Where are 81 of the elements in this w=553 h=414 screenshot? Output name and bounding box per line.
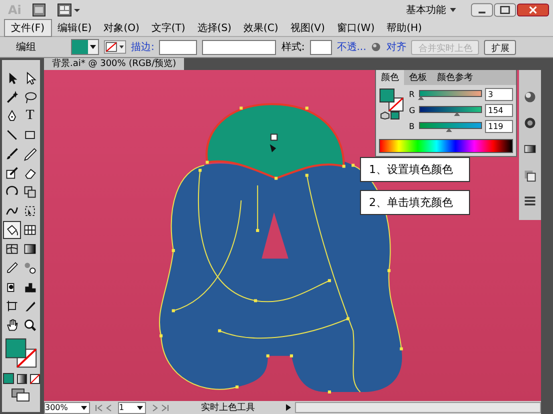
- color-guide-icon[interactable]: [523, 90, 537, 104]
- gradient-mode-button[interactable]: [16, 374, 26, 384]
- live-paint-cursor-icon: [270, 134, 278, 152]
- pencil-tool-icon[interactable]: [22, 146, 38, 162]
- color-mode-button[interactable]: [2, 373, 14, 384]
- opacity-link[interactable]: 不透...: [336, 40, 366, 54]
- current-tool-status[interactable]: 实时上色工具: [174, 401, 282, 414]
- panel-tab[interactable]: 色板: [404, 70, 432, 85]
- brush-tool-icon[interactable]: [4, 146, 20, 162]
- fill-stroke-swatches[interactable]: [379, 88, 405, 120]
- eyedropper-tool-icon[interactable]: [4, 260, 20, 276]
- channel-value-field[interactable]: 154: [485, 104, 513, 117]
- artboard-tool-icon[interactable]: [4, 298, 20, 314]
- selection-label: 编组: [16, 40, 37, 54]
- gradient-tool-icon[interactable]: [22, 241, 38, 257]
- appearance-icon[interactable]: [523, 116, 537, 130]
- workspace-switcher[interactable]: 基本功能: [402, 2, 461, 18]
- menu-item[interactable]: 效果(C): [237, 20, 284, 36]
- transform-tool-icon[interactable]: [22, 203, 38, 219]
- mesh-tool-icon[interactable]: [4, 241, 20, 257]
- lasso-tool-icon[interactable]: [22, 89, 38, 105]
- transparency-icon[interactable]: [523, 168, 537, 182]
- instruction-note: 1、设置填色颜色: [360, 157, 470, 182]
- graph-tool-icon[interactable]: [22, 222, 38, 238]
- channel-value-field[interactable]: 3: [485, 88, 513, 101]
- channel-label: B: [409, 122, 416, 131]
- menu-item[interactable]: 对象(O): [98, 20, 146, 36]
- menu-item[interactable]: 帮助(H): [380, 20, 428, 36]
- variable-width-dropdown[interactable]: [202, 40, 276, 54]
- arrange-documents-icon[interactable]: [57, 2, 82, 18]
- caret-icon: [449, 6, 457, 14]
- style-label: 样式:: [281, 40, 305, 54]
- menu-item[interactable]: 视图(V): [284, 20, 331, 36]
- blend-tool-icon[interactable]: [22, 260, 38, 276]
- caret-icon: [79, 404, 89, 412]
- menu-item[interactable]: 窗口(W): [330, 20, 381, 36]
- minimize-button[interactable]: [471, 3, 493, 17]
- menu-item[interactable]: 选择(S): [191, 20, 238, 36]
- hand-tool-icon[interactable]: [4, 317, 20, 333]
- scale-tool-icon[interactable]: [22, 184, 38, 200]
- menu-item[interactable]: 文字(T): [145, 20, 192, 36]
- stroke-icon[interactable]: [523, 194, 537, 208]
- align-link[interactable]: 对齐: [386, 40, 406, 54]
- blob-tool-icon[interactable]: [4, 165, 20, 181]
- color-spectrum-bar[interactable]: [379, 139, 513, 153]
- document-tab[interactable]: 背景.ai* @ 300% (RGB/预览): [44, 58, 184, 70]
- stroke-color-dropdown[interactable]: [104, 40, 126, 54]
- fill-color-dropdown[interactable]: [71, 39, 99, 55]
- stroke-weight-field[interactable]: [159, 40, 198, 54]
- restore-button[interactable]: [494, 3, 516, 17]
- toolbar-button[interactable]: 扩展: [484, 40, 516, 54]
- none-mode-button[interactable]: [30, 374, 40, 384]
- channel-value-field[interactable]: 119: [485, 120, 513, 133]
- panel-tab[interactable]: 颜色参考: [432, 70, 478, 85]
- channel-label: R: [409, 90, 416, 99]
- screen-mode-icon[interactable]: [11, 388, 31, 402]
- panel-tab[interactable]: 颜色: [376, 70, 404, 85]
- horizontal-scrollbar[interactable]: [295, 402, 541, 413]
- status-menu-arrow-icon[interactable]: [286, 404, 291, 411]
- caret-icon: [135, 404, 145, 412]
- gradient-icon[interactable]: [523, 142, 537, 156]
- wand-tool-icon[interactable]: [4, 89, 20, 105]
- stroke-link[interactable]: 描边:: [131, 40, 154, 54]
- type-tool[interactable]: T: [22, 108, 38, 124]
- globe-icon[interactable]: [371, 42, 382, 52]
- fill-stroke-swatches[interactable]: [4, 337, 38, 369]
- slider-thumb[interactable]: [418, 96, 424, 100]
- artboard-navigation-icon[interactable]: [150, 404, 170, 412]
- zoom-field[interactable]: 300%: [44, 402, 90, 414]
- bucket-tool-icon[interactable]: [4, 222, 20, 238]
- artboard-navigation-icon[interactable]: [94, 404, 114, 412]
- menu-item[interactable]: 文件(F): [4, 19, 52, 37]
- close-button[interactable]: [517, 3, 549, 17]
- instruction-note: 2、单击填充颜色: [360, 190, 470, 215]
- zoom-tool-icon[interactable]: [22, 317, 38, 333]
- caret-icon: [88, 43, 98, 51]
- menu-item[interactable]: 编辑(E): [52, 20, 98, 36]
- bridge-icon[interactable]: [31, 2, 48, 18]
- channel-label: G: [409, 106, 416, 115]
- style-dropdown[interactable]: [310, 40, 332, 54]
- artboard-field[interactable]: 1: [118, 402, 146, 414]
